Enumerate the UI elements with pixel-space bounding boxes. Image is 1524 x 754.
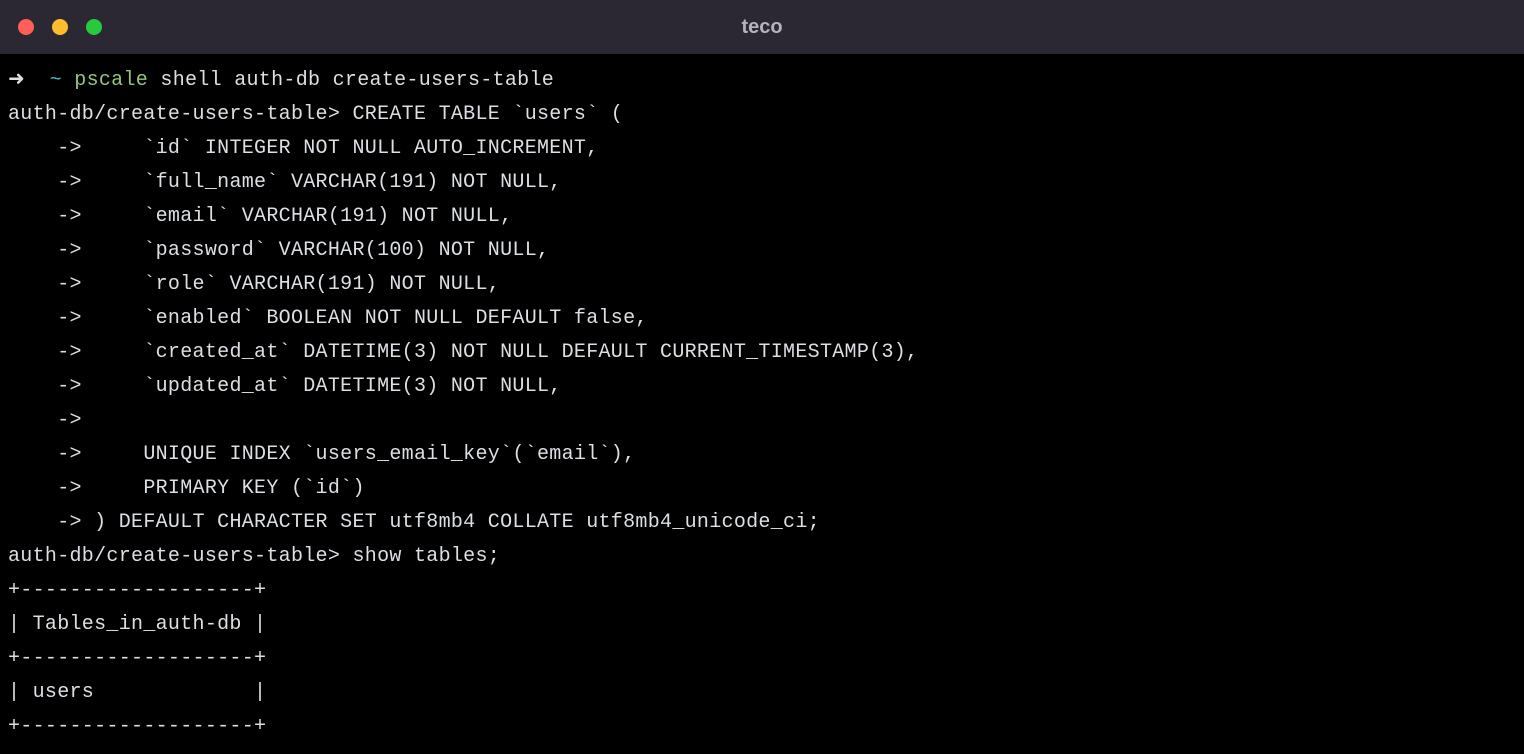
continuation-prompt: ->	[8, 409, 94, 432]
sql-statement: CREATE TABLE `users` (	[352, 103, 623, 126]
continuation-prompt: ->	[8, 273, 94, 296]
sql-line: `password` VARCHAR(100) NOT NULL,	[94, 239, 549, 262]
command-binary: pscale	[74, 69, 148, 92]
sql-line: `full_name` VARCHAR(191) NOT NULL,	[94, 171, 561, 194]
continuation-prompt: ->	[8, 239, 94, 262]
continuation-prompt: ->	[8, 511, 94, 534]
sql-line: ) DEFAULT CHARACTER SET utf8mb4 COLLATE …	[94, 511, 820, 534]
continuation-prompt: ->	[8, 477, 94, 500]
close-window-button[interactable]	[18, 19, 34, 35]
continuation-prompt: ->	[8, 443, 94, 466]
terminal-output[interactable]: ➜ ~ pscale shell auth-db create-users-ta…	[0, 54, 1524, 754]
continuation-prompt: ->	[8, 375, 94, 398]
sql-prompt: auth-db/create-users-table>	[8, 103, 352, 126]
table-row: | users |	[8, 681, 266, 704]
traffic-lights	[18, 19, 102, 35]
window-title: teco	[741, 10, 782, 44]
sql-line: `email` VARCHAR(191) NOT NULL,	[94, 205, 512, 228]
prompt-tilde: ~	[50, 69, 75, 92]
continuation-prompt: ->	[8, 205, 94, 228]
maximize-window-button[interactable]	[86, 19, 102, 35]
table-header: | Tables_in_auth-db |	[8, 613, 266, 636]
prompt-arrow: ➜	[8, 69, 50, 92]
sql-line: `updated_at` DATETIME(3) NOT NULL,	[94, 375, 561, 398]
continuation-prompt: ->	[8, 307, 94, 330]
table-border: +-------------------+	[8, 715, 266, 738]
sql-line: `enabled` BOOLEAN NOT NULL DEFAULT false…	[94, 307, 648, 330]
sql-prompt: auth-db/create-users-table>	[8, 545, 352, 568]
continuation-prompt: ->	[8, 341, 94, 364]
sql-line: `id` INTEGER NOT NULL AUTO_INCREMENT,	[94, 137, 598, 160]
table-border: +-------------------+	[8, 647, 266, 670]
sql-line: `role` VARCHAR(191) NOT NULL,	[94, 273, 500, 296]
table-border: +-------------------+	[8, 579, 266, 602]
minimize-window-button[interactable]	[52, 19, 68, 35]
sql-line: PRIMARY KEY (`id`)	[94, 477, 365, 500]
continuation-prompt: ->	[8, 137, 94, 160]
window-titlebar: teco	[0, 0, 1524, 54]
sql-statement: show tables;	[352, 545, 500, 568]
sql-line: `created_at` DATETIME(3) NOT NULL DEFAUL…	[94, 341, 918, 364]
continuation-prompt: ->	[8, 171, 94, 194]
command-args: shell auth-db create-users-table	[148, 69, 554, 92]
sql-line: UNIQUE INDEX `users_email_key`(`email`),	[94, 443, 635, 466]
